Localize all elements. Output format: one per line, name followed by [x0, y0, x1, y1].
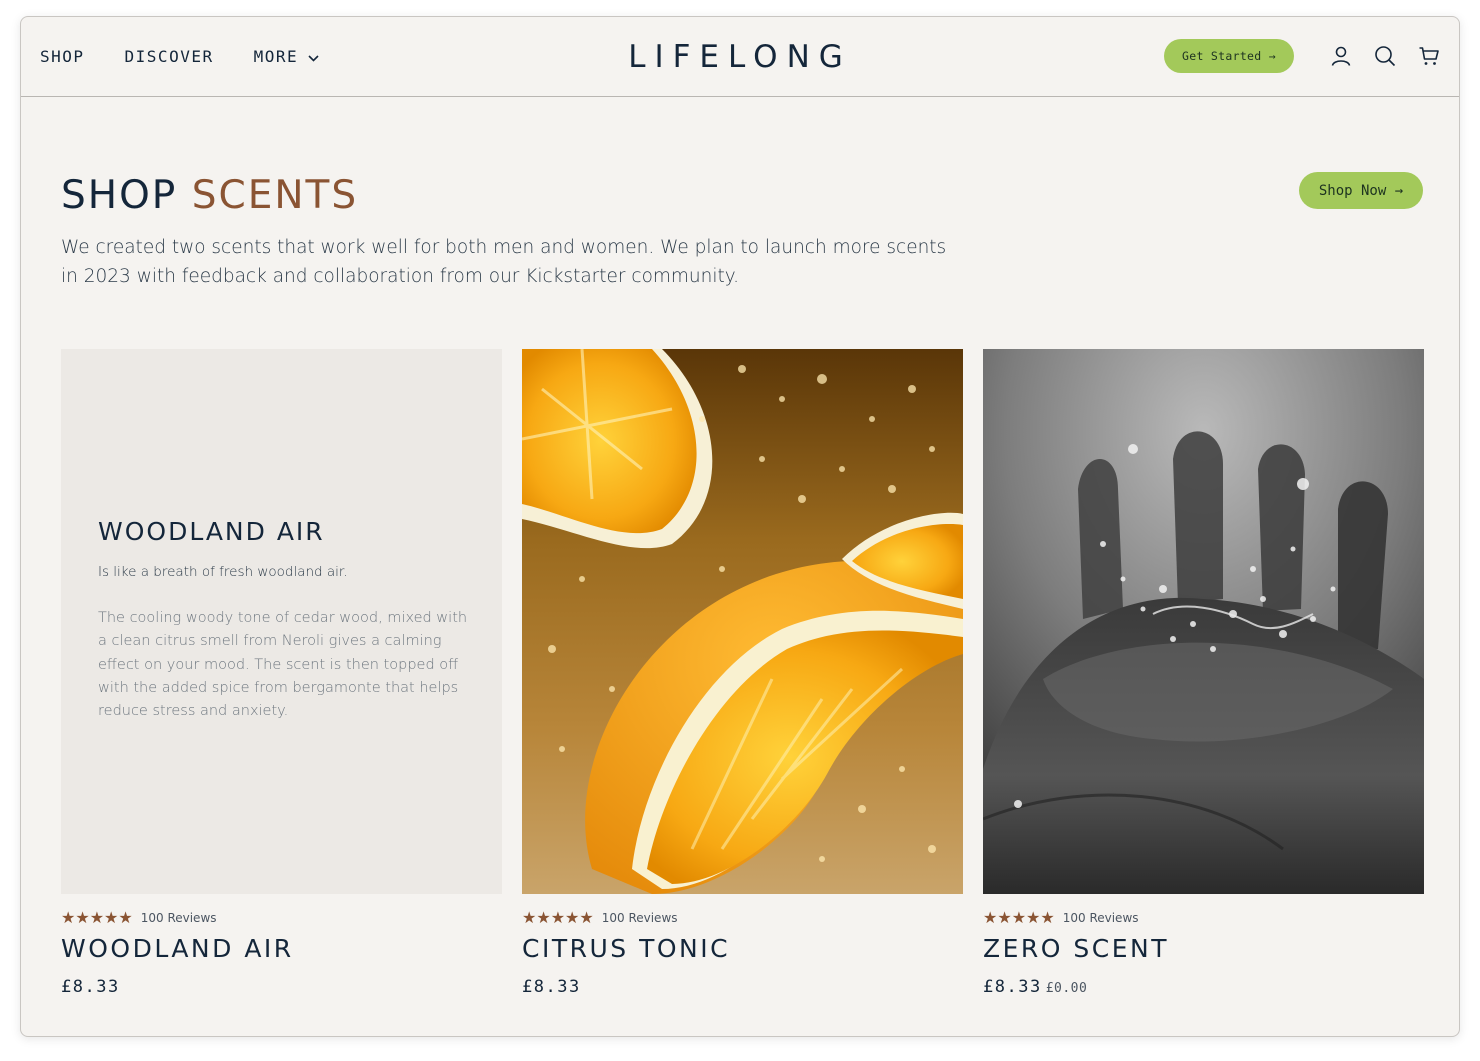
search-icon[interactable] [1374, 45, 1396, 67]
orange-slices-image [522, 349, 963, 894]
rating-row: ★★★★★ 100 Reviews [61, 908, 217, 928]
page-title-part2: SCENTS [191, 173, 359, 218]
review-count[interactable]: 100 Reviews [141, 911, 217, 925]
rating-row: ★★★★★ 100 Reviews [983, 908, 1139, 928]
product-name[interactable]: WOODLAND AIR [61, 934, 294, 963]
hand-water-image [983, 349, 1424, 894]
product-card-citrus-tonic[interactable]: ★★★★★ 100 Reviews CITRUS TONIC £8.33 [522, 349, 963, 997]
page-title: SHOP SCENTS [61, 173, 358, 218]
page-title-part1: SHOP [61, 173, 178, 218]
zero-scent-image[interactable] [983, 349, 1424, 894]
panel-description: The cooling woody tone of cedar wood, mi… [98, 610, 468, 720]
current-price: £8.33 [983, 977, 1042, 997]
citrus-tonic-image[interactable] [522, 349, 963, 894]
star-rating-icon: ★★★★★ [522, 910, 594, 927]
panel-subtitle: Is like a breath of fresh woodland air. [98, 564, 348, 580]
intro-text: We created two scents that work well for… [61, 237, 947, 287]
star-rating-icon: ★★★★★ [61, 910, 133, 927]
browser-frame: SHOP DISCOVER MORE LIFELONG Get Started … [20, 16, 1460, 1037]
product-name[interactable]: CITRUS TONIC [522, 934, 730, 963]
cart-icon[interactable] [1418, 45, 1440, 67]
product-price: £8.33 [61, 977, 120, 997]
review-count[interactable]: 100 Reviews [1063, 911, 1139, 925]
product-card-zero-scent[interactable]: ★★★★★ 100 Reviews ZERO SCENT £8.33 £0.00 [983, 349, 1424, 997]
panel-title: WOODLAND AIR [98, 517, 325, 546]
review-count[interactable]: 100 Reviews [602, 911, 678, 925]
shop-now-button[interactable]: Shop Now → [1299, 172, 1423, 209]
product-card-woodland-air[interactable]: WOODLAND AIR Is like a breath of fresh w… [61, 349, 502, 997]
compare-price: £0.00 [1045, 981, 1088, 996]
site-header: SHOP DISCOVER MORE LIFELONG Get Started … [21, 17, 1459, 97]
featured-text-panel: WOODLAND AIR Is like a breath of fresh w… [61, 349, 502, 894]
product-price: £8.33 £0.00 [983, 977, 1087, 997]
rating-row: ★★★★★ 100 Reviews [522, 908, 678, 928]
star-rating-icon: ★★★★★ [983, 910, 1055, 927]
user-icon[interactable] [1330, 45, 1352, 67]
product-name[interactable]: ZERO SCENT [983, 934, 1169, 963]
get-started-button[interactable]: Get Started → [1164, 39, 1294, 73]
product-price: £8.33 [522, 977, 581, 997]
